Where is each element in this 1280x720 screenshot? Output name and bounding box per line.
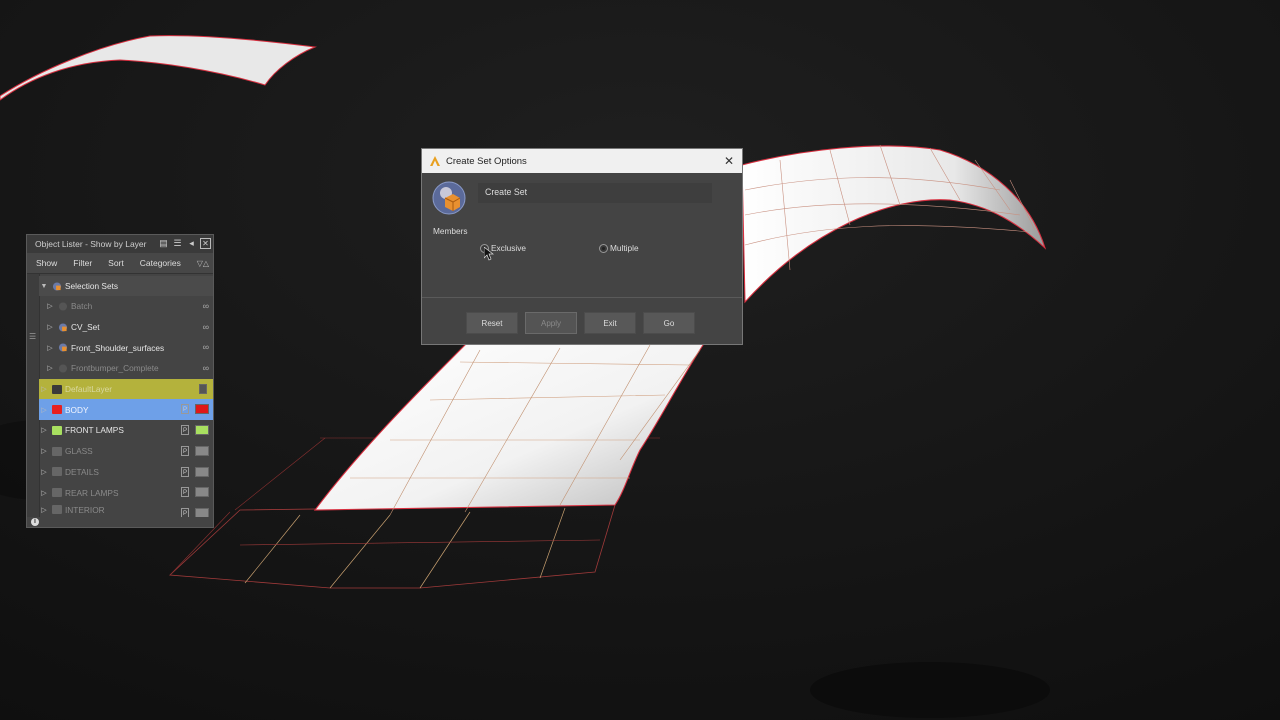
layer-color-swatch[interactable]	[195, 425, 209, 436]
close-icon[interactable]: ✕	[200, 238, 211, 249]
layer-row-glass[interactable]: ▷ GLASS P	[39, 441, 213, 462]
layer-folder-icon	[52, 425, 62, 435]
exit-button[interactable]: Exit	[584, 312, 636, 334]
pick-toggle[interactable]: P	[181, 425, 189, 436]
expand-right-icon[interactable]: ▷	[39, 385, 49, 393]
pick-toggle[interactable]: P	[181, 466, 189, 477]
layer-label: INTERIOR	[65, 504, 105, 515]
members-label: Members	[433, 226, 468, 236]
layer-folder-icon	[52, 505, 62, 515]
apply-button[interactable]: Apply	[525, 312, 577, 334]
header-label: Create Set	[485, 187, 528, 197]
expand-right-icon[interactable]: ▷	[39, 506, 49, 514]
dialog-header: Create Set	[422, 173, 742, 219]
dialog-title: Create Set Options	[446, 155, 527, 167]
radio-multiple-circle[interactable]	[599, 243, 608, 253]
layer-color-swatch[interactable]	[195, 445, 209, 456]
selection-set-icon	[58, 364, 68, 373]
radio-exclusive-label: Exclusive	[491, 243, 527, 253]
dialog-titlebar[interactable]: Create Set Options ✕	[422, 149, 742, 173]
layer-label: FRONT LAMPS	[65, 425, 124, 436]
layer-color-swatch[interactable]	[195, 404, 209, 415]
object-lister-title: Object Lister - Show by Layer	[35, 239, 147, 249]
pick-toggle[interactable]: P	[181, 487, 189, 498]
radio-multiple-label: Multiple	[610, 243, 639, 253]
link-icon[interactable]: ∞	[203, 363, 209, 373]
expand-right-icon[interactable]: ▷	[39, 426, 49, 434]
selection-set-label: Batch	[71, 301, 93, 312]
dialog-separator	[422, 297, 742, 298]
layer-label: REAR LAMPS	[65, 487, 119, 498]
selection-set-item[interactable]: ▷ Front_Shoulder_surfaces ∞	[39, 337, 213, 358]
link-icon[interactable]: ∞	[203, 301, 209, 311]
menu-filter[interactable]: Filter	[73, 258, 92, 268]
layer-row-rear-lamps[interactable]: ▷ REAR LAMPS P	[39, 482, 213, 503]
selection-sets-label: Selection Sets	[65, 281, 119, 291]
layer-row-body[interactable]: ▷ BODY P	[39, 399, 213, 421]
expand-right-icon[interactable]: ▷	[39, 489, 49, 497]
pick-toggle[interactable]: P	[181, 507, 189, 517]
link-icon[interactable]: ∞	[203, 322, 209, 332]
expand-right-icon[interactable]: ▷	[45, 364, 55, 372]
list-view-icon[interactable]: ▤	[158, 238, 169, 249]
layer-folder-icon	[52, 446, 62, 456]
layer-label: BODY	[65, 404, 89, 415]
pick-toggle[interactable]: P	[181, 404, 189, 415]
layer-color-swatch[interactable]	[195, 466, 209, 477]
link-icon[interactable]: ∞	[203, 342, 209, 352]
layer-color-swatch[interactable]	[195, 507, 209, 517]
layer-row-details[interactable]: ▷ DETAILS P	[39, 462, 213, 483]
app-logo-icon	[430, 156, 440, 166]
selection-set-label: Front_Shoulder_surfaces	[71, 342, 165, 353]
layer-folder-icon	[52, 488, 62, 498]
selection-set-icon	[58, 343, 68, 352]
sort-arrows-icon[interactable]: ▽△	[197, 259, 209, 268]
mouse-cursor-icon	[484, 247, 494, 261]
layer-color-swatch[interactable]	[199, 383, 207, 394]
layer-row-default[interactable]: ▷ DefaultLayer	[39, 378, 213, 400]
layer-folder-icon	[52, 405, 62, 415]
layer-row-front-lamps[interactable]: ▷ FRONT LAMPS P	[39, 420, 213, 441]
reset-button[interactable]: Reset	[466, 312, 518, 334]
expand-right-icon[interactable]: ▷	[39, 406, 49, 414]
collapse-left-icon[interactable]: ◂	[186, 238, 197, 249]
menu-show[interactable]: Show	[36, 258, 57, 268]
object-lister-panel: Object Lister - Show by Layer ▤ ☰ ◂ ✕ Sh…	[26, 234, 214, 528]
radio-multiple[interactable]: Multiple	[599, 243, 639, 253]
layer-label: DefaultLayer	[65, 384, 113, 395]
layer-folder-icon	[52, 467, 62, 477]
expand-right-icon[interactable]: ▷	[39, 447, 49, 455]
layer-row-interior[interactable]: ▷ INTERIOR P	[39, 503, 213, 517]
expand-right-icon[interactable]: ▷	[39, 468, 49, 476]
layer-label: GLASS	[65, 446, 93, 457]
layer-color-swatch[interactable]	[195, 487, 209, 498]
object-lister-menubar: Show Filter Sort Categories ▽△	[27, 253, 213, 274]
selection-set-icon	[52, 281, 62, 291]
close-icon[interactable]: ✕	[724, 154, 734, 168]
layer-label: DETAILS	[65, 466, 99, 477]
expand-right-icon[interactable]: ▷	[45, 323, 55, 331]
menu-lines-icon[interactable]: ☰	[172, 238, 183, 249]
selection-set-icon	[58, 322, 68, 332]
create-set-tool-icon	[432, 181, 466, 215]
expand-right-icon[interactable]: ▷	[45, 344, 55, 352]
selection-set-label: Frontbumper_Complete	[71, 363, 159, 374]
selection-set-icon	[58, 302, 68, 311]
expand-right-icon[interactable]: ▷	[45, 302, 55, 310]
object-lister-titlebar[interactable]: Object Lister - Show by Layer ▤ ☰ ◂ ✕	[27, 235, 213, 253]
selection-sets-header[interactable]: ▼ Selection Sets	[39, 276, 213, 296]
selection-set-item[interactable]: ▷ Frontbumper_Complete ∞	[39, 358, 213, 379]
layer-folder-icon	[52, 384, 62, 394]
menu-sort[interactable]: Sort	[108, 258, 124, 268]
create-set-options-dialog: Create Set Options ✕ Create Set Members …	[421, 148, 743, 345]
selection-set-item[interactable]: ▷ CV_Set ∞	[39, 317, 213, 338]
menu-categories[interactable]: Categories	[140, 258, 181, 268]
info-icon[interactable]: i	[31, 518, 39, 526]
expand-down-icon[interactable]: ▼	[39, 283, 49, 290]
pick-toggle[interactable]: P	[181, 445, 189, 456]
selection-set-item[interactable]: ▷ Batch ∞	[39, 296, 213, 317]
resize-grip-icon[interactable]: ☰	[29, 332, 36, 341]
go-button[interactable]: Go	[643, 312, 695, 334]
selection-set-label: CV_Set	[71, 322, 100, 333]
